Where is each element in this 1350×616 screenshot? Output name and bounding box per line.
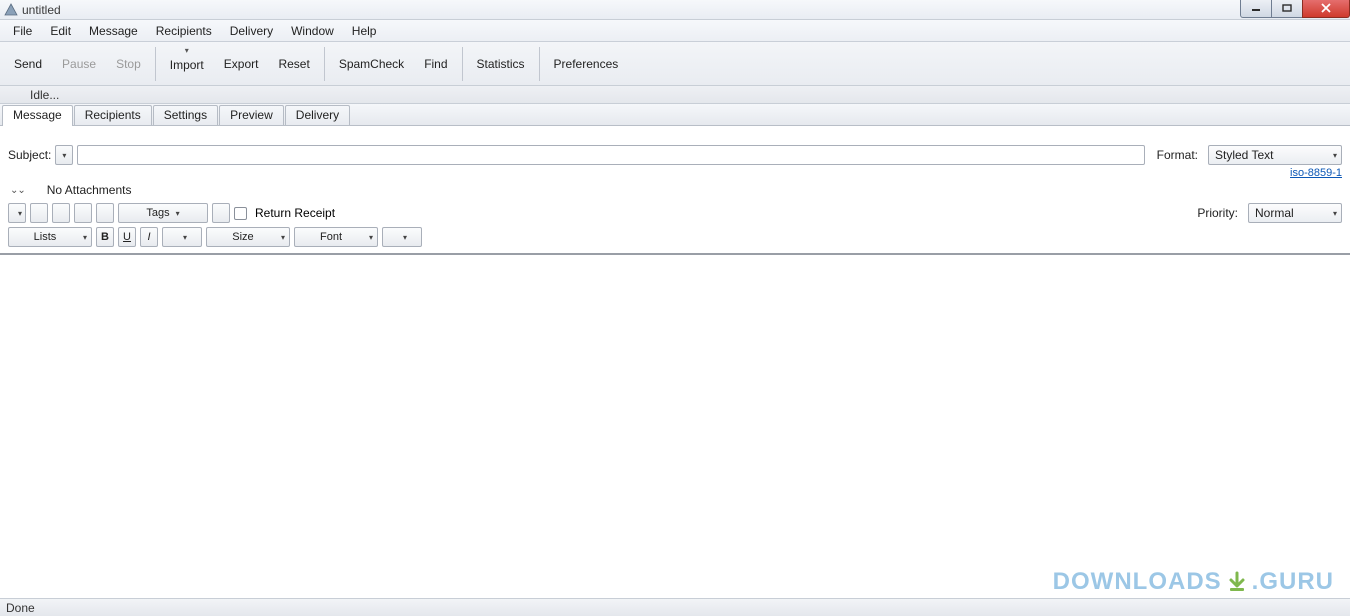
fmt-btn-4[interactable] — [74, 203, 92, 223]
toolbar-separator — [539, 47, 540, 81]
bottom-status-text: Done — [6, 601, 35, 615]
status-line: Idle... — [0, 86, 1350, 104]
return-receipt-checkbox[interactable] — [234, 207, 247, 220]
lists-label: Lists — [34, 231, 57, 243]
encoding-row: iso-8859-1 — [0, 167, 1350, 179]
send-button[interactable]: Send — [4, 42, 52, 85]
size-dropdown[interactable]: Size — [206, 227, 290, 247]
find-button[interactable]: Find — [414, 42, 457, 85]
format-value: Styled Text — [1215, 148, 1273, 162]
bottom-statusbar: Done — [0, 598, 1350, 616]
import-button[interactable]: ▾ Import — [160, 42, 214, 85]
subject-row: Subject: ▾ Format: Styled Text ▾ — [0, 127, 1350, 167]
bold-button[interactable]: B — [96, 227, 114, 247]
subject-history-dropdown[interactable]: ▾ — [55, 145, 73, 165]
tab-recipients[interactable]: Recipients — [74, 105, 152, 125]
extra-dropdown[interactable] — [382, 227, 422, 247]
minimize-button[interactable] — [1240, 0, 1272, 18]
chevron-down-icon: ▾ — [1333, 151, 1337, 160]
format-select[interactable]: Styled Text ▾ — [1208, 145, 1342, 165]
italic-button[interactable]: I — [140, 227, 158, 247]
close-button[interactable] — [1302, 0, 1350, 18]
encoding-link[interactable]: iso-8859-1 — [1290, 167, 1342, 179]
expand-icon[interactable]: ⌄⌄ — [10, 185, 25, 196]
color-dropdown[interactable] — [162, 227, 202, 247]
toolbar-separator — [155, 47, 156, 81]
maximize-button[interactable] — [1271, 0, 1303, 18]
priority-value: Normal — [1255, 206, 1294, 220]
export-button[interactable]: Export — [214, 42, 269, 85]
preferences-button[interactable]: Preferences — [544, 42, 629, 85]
fmt-btn-1[interactable] — [8, 203, 26, 223]
statistics-button[interactable]: Statistics — [467, 42, 535, 85]
tab-delivery[interactable]: Delivery — [285, 105, 350, 125]
lists-dropdown[interactable]: Lists — [8, 227, 92, 247]
toolbar-separator — [324, 47, 325, 81]
message-editor[interactable] — [0, 253, 1350, 598]
chevron-down-icon: ▾ — [1333, 209, 1337, 218]
tab-settings[interactable]: Settings — [153, 105, 218, 125]
fmt-btn-5[interactable] — [96, 203, 114, 223]
fmt-btn-2[interactable] — [30, 203, 48, 223]
stop-button[interactable]: Stop — [106, 42, 151, 85]
message-panel: Subject: ▾ Format: Styled Text ▾ iso-885… — [0, 126, 1350, 598]
font-dropdown[interactable]: Font — [294, 227, 378, 247]
menu-delivery[interactable]: Delivery — [221, 22, 282, 40]
fmt-btn-6[interactable] — [212, 203, 230, 223]
spamcheck-button[interactable]: SpamCheck — [329, 42, 414, 85]
window-title: untitled — [22, 3, 61, 17]
status-text: Idle... — [30, 88, 59, 102]
window-controls — [1241, 0, 1350, 19]
reset-button[interactable]: Reset — [268, 42, 319, 85]
pause-button[interactable]: Pause — [52, 42, 106, 85]
dropdown-icon: ▾ — [185, 46, 189, 55]
size-label: Size — [232, 231, 253, 243]
subject-label: Subject: — [8, 148, 51, 162]
return-receipt-label: Return Receipt — [255, 206, 335, 220]
fmt-btn-3[interactable] — [52, 203, 70, 223]
format-bar-2: Lists B U I Size Font — [0, 225, 1350, 249]
menu-file[interactable]: File — [4, 22, 41, 40]
menu-help[interactable]: Help — [343, 22, 386, 40]
menu-recipients[interactable]: Recipients — [147, 22, 221, 40]
app-icon — [4, 3, 18, 17]
import-label: Import — [170, 58, 204, 72]
tags-label: Tags — [146, 207, 169, 219]
tab-row: Message Recipients Settings Preview Deli… — [0, 104, 1350, 126]
tab-preview[interactable]: Preview — [219, 105, 284, 125]
priority-label: Priority: — [1197, 206, 1238, 220]
menubar: File Edit Message Recipients Delivery Wi… — [0, 20, 1350, 42]
toolbar-separator — [462, 47, 463, 81]
titlebar: untitled — [0, 0, 1350, 20]
priority-select[interactable]: Normal ▾ — [1248, 203, 1342, 223]
subject-input[interactable] — [77, 145, 1144, 165]
format-bar-1: Tags Return Receipt Priority: Normal ▾ — [0, 201, 1350, 225]
format-label: Format: — [1157, 148, 1198, 162]
menu-window[interactable]: Window — [282, 22, 343, 40]
attachments-label: No Attachments — [47, 183, 132, 197]
menu-message[interactable]: Message — [80, 22, 147, 40]
menu-edit[interactable]: Edit — [41, 22, 80, 40]
tab-message[interactable]: Message — [2, 105, 73, 126]
attachments-row: ⌄⌄ No Attachments — [0, 179, 1350, 201]
toolbar: Send Pause Stop ▾ Import Export Reset Sp… — [0, 42, 1350, 86]
tags-dropdown[interactable]: Tags — [118, 203, 208, 223]
font-label: Font — [320, 231, 342, 243]
underline-button[interactable]: U — [118, 227, 136, 247]
